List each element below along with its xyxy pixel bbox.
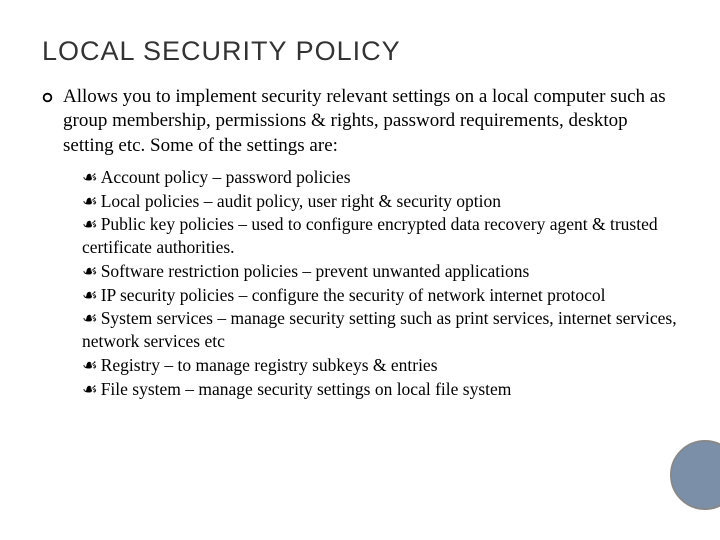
main-bullet: Allows you to implement security relevan… — [42, 85, 678, 158]
page-title: LOCAL SECURITY POLICY — [42, 36, 678, 67]
list-item: ☙File system – manage security settings … — [82, 378, 678, 401]
list-item: ☙Software restriction policies – prevent… — [82, 260, 678, 283]
flourish-bullet-icon: ☙ — [82, 355, 98, 375]
flourish-bullet-icon: ☙ — [82, 167, 98, 187]
main-bullet-text: Allows you to implement security relevan… — [63, 85, 678, 158]
list-item-text: File system – manage security settings o… — [101, 379, 512, 399]
list-item: ☙Public key policies – used to configure… — [82, 213, 678, 259]
list-item: ☙IP security policies – configure the se… — [82, 284, 678, 307]
list-item-text: Local policies – audit policy, user righ… — [101, 191, 501, 211]
sub-list: ☙Account policy – password policies ☙Loc… — [42, 166, 678, 401]
flourish-bullet-icon: ☙ — [82, 214, 98, 234]
flourish-bullet-icon: ☙ — [82, 379, 98, 399]
list-item-text: Public key policies – used to configure … — [82, 214, 658, 257]
list-item-text: IP security policies – configure the sec… — [101, 285, 606, 305]
list-item: ☙Local policies – audit policy, user rig… — [82, 190, 678, 213]
flourish-bullet-icon: ☙ — [82, 308, 98, 328]
circle-bullet-icon — [42, 92, 53, 103]
list-item-text: Account policy – password policies — [101, 167, 351, 187]
list-item: ☙Account policy – password policies — [82, 166, 678, 189]
flourish-bullet-icon: ☙ — [82, 261, 98, 281]
slide: LOCAL SECURITY POLICY Allows you to impl… — [0, 0, 720, 540]
flourish-bullet-icon: ☙ — [82, 191, 98, 211]
list-item: ☙Registry – to manage registry subkeys &… — [82, 354, 678, 377]
list-item-text: Registry – to manage registry subkeys & … — [101, 355, 438, 375]
flourish-bullet-icon: ☙ — [82, 285, 98, 305]
list-item-text: System services – manage security settin… — [82, 308, 677, 351]
decorative-circle — [670, 440, 720, 510]
list-item: ☙System services – manage security setti… — [82, 307, 678, 353]
list-item-text: Software restriction policies – prevent … — [101, 261, 530, 281]
